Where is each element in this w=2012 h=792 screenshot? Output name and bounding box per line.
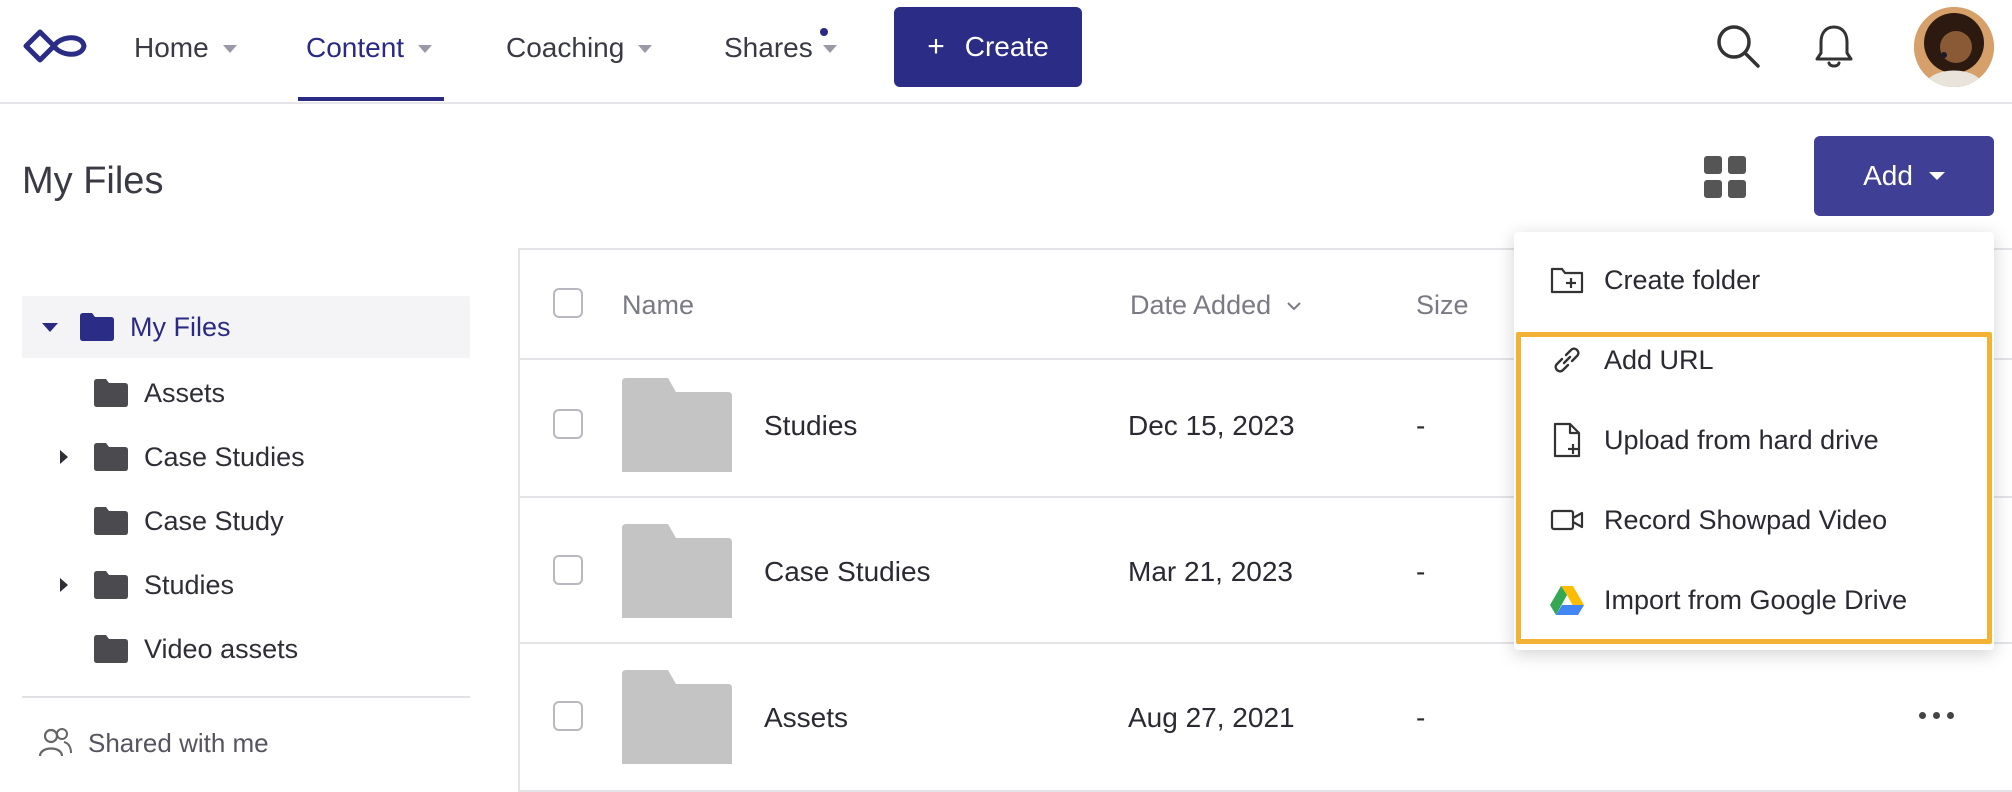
caret-down-icon: [1928, 172, 1945, 180]
row-checkbox[interactable]: [553, 555, 583, 585]
select-all-checkbox[interactable]: [553, 288, 583, 318]
menu-item-google-drive[interactable]: Import from Google Drive: [1514, 564, 1994, 636]
folder-icon: [94, 571, 128, 599]
row-date: Aug 27, 2021: [1128, 702, 1295, 733]
chevron-down-icon: [822, 45, 837, 53]
row-name[interactable]: Case Studies: [764, 556, 931, 588]
user-portrait-icon: [1914, 7, 1994, 87]
create-button[interactable]: + Create: [894, 7, 1082, 87]
add-button-label: Add: [1863, 160, 1913, 191]
nav-shares-label: Shares: [724, 32, 813, 63]
folder-icon: [80, 313, 114, 341]
menu-item-create-folder[interactable]: Create folder: [1514, 244, 1994, 316]
sidebar-item-label: Case Studies: [144, 441, 305, 472]
row-size: -: [1416, 556, 1426, 587]
create-button-label: Create: [964, 31, 1049, 62]
nav-coaching[interactable]: Coaching: [506, 24, 653, 72]
sort-chevron-down-icon: [1287, 301, 1301, 310]
nav-content[interactable]: Content: [306, 24, 433, 72]
row-checkbox[interactable]: [553, 409, 583, 439]
sidebar-item-assets[interactable]: Assets: [94, 368, 225, 418]
plus-icon: +: [927, 30, 945, 63]
sidebar-item-label: Video assets: [144, 633, 299, 664]
link-icon: [1550, 343, 1584, 377]
menu-item-label: Add URL: [1604, 344, 1714, 375]
notification-dot: [820, 28, 828, 36]
row-name[interactable]: Assets: [764, 702, 848, 734]
dot: [1946, 711, 1954, 719]
dot: [1918, 711, 1926, 719]
row-name[interactable]: Studies: [764, 410, 857, 442]
row-size: -: [1416, 410, 1426, 441]
nav-content-label: Content: [306, 32, 405, 63]
video-icon: [1550, 503, 1584, 537]
row-date: Mar 21, 2023: [1128, 556, 1293, 587]
chevron-down-icon: [638, 45, 653, 53]
chevron-down-icon: [222, 45, 237, 53]
sidebar-item-video-assets[interactable]: Video assets: [94, 624, 298, 674]
active-tab-indicator: [298, 97, 444, 101]
row-checkbox[interactable]: [553, 701, 583, 731]
column-header-size[interactable]: Size: [1416, 290, 1469, 321]
shared-with-me-label: Shared with me: [88, 727, 269, 758]
more-options-icon[interactable]: [1914, 700, 1958, 730]
file-plus-icon: [1550, 422, 1584, 458]
column-header-date-added[interactable]: Date Added: [1130, 290, 1303, 321]
folder-thumbnail-icon[interactable]: [622, 524, 732, 618]
nav-coaching-label: Coaching: [506, 32, 625, 63]
sidebar-divider: [22, 696, 470, 698]
row-date: Dec 15, 2023: [1128, 410, 1295, 441]
expand-caret-icon[interactable]: [42, 322, 58, 332]
expand-caret-icon[interactable]: [60, 450, 68, 464]
page-title: My Files: [22, 160, 164, 202]
column-header-name[interactable]: Name: [622, 290, 694, 321]
sidebar-item-shared-with-me[interactable]: Shared with me: [38, 726, 269, 760]
google-drive-icon: [1550, 583, 1584, 617]
column-header-date-label: Date Added: [1130, 290, 1272, 320]
folder-icon: [94, 379, 128, 407]
folder-plus-icon: [1550, 263, 1584, 297]
menu-item-label: Import from Google Drive: [1604, 584, 1908, 615]
folder-thumbnail-icon[interactable]: [622, 378, 732, 472]
menu-item-label: Create folder: [1604, 264, 1761, 295]
menu-item-upload-hard-drive[interactable]: Upload from hard drive: [1514, 404, 1994, 476]
menu-item-label: Upload from hard drive: [1604, 424, 1879, 455]
dot: [1932, 711, 1940, 719]
sidebar-item-studies[interactable]: Studies: [60, 560, 234, 610]
sidebar-item-label: Assets: [144, 377, 226, 408]
sidebar-item-case-studies[interactable]: Case Studies: [60, 432, 305, 482]
chevron-down-icon: [418, 45, 433, 53]
avatar[interactable]: [1914, 7, 1994, 87]
grid-view-icon[interactable]: [1704, 156, 1746, 198]
bell-icon[interactable]: [1810, 22, 1858, 70]
folder-icon: [94, 507, 128, 535]
nav-home[interactable]: Home: [134, 24, 237, 72]
people-icon: [38, 728, 72, 757]
sidebar-item-label: Case Study: [144, 505, 284, 536]
row-size: -: [1416, 702, 1426, 733]
nav-home-label: Home: [134, 32, 209, 63]
add-button[interactable]: Add: [1814, 136, 1994, 216]
sidebar-item-label: Studies: [144, 569, 235, 600]
search-icon[interactable]: [1714, 22, 1762, 70]
sidebar-root-row[interactable]: My Files: [42, 302, 231, 352]
showpad-logo-icon[interactable]: [22, 28, 88, 64]
sidebar-root-label: My Files: [130, 311, 231, 342]
folder-icon: [94, 443, 128, 471]
folder-icon: [94, 635, 128, 663]
menu-item-label: Record Showpad Video: [1604, 504, 1888, 535]
folder-thumbnail-icon[interactable]: [622, 670, 732, 764]
menu-item-record-video[interactable]: Record Showpad Video: [1514, 484, 1994, 556]
sidebar-item-case-study[interactable]: Case Study: [94, 496, 284, 546]
menu-item-add-url[interactable]: Add URL: [1514, 324, 1994, 396]
expand-caret-icon[interactable]: [60, 578, 68, 592]
